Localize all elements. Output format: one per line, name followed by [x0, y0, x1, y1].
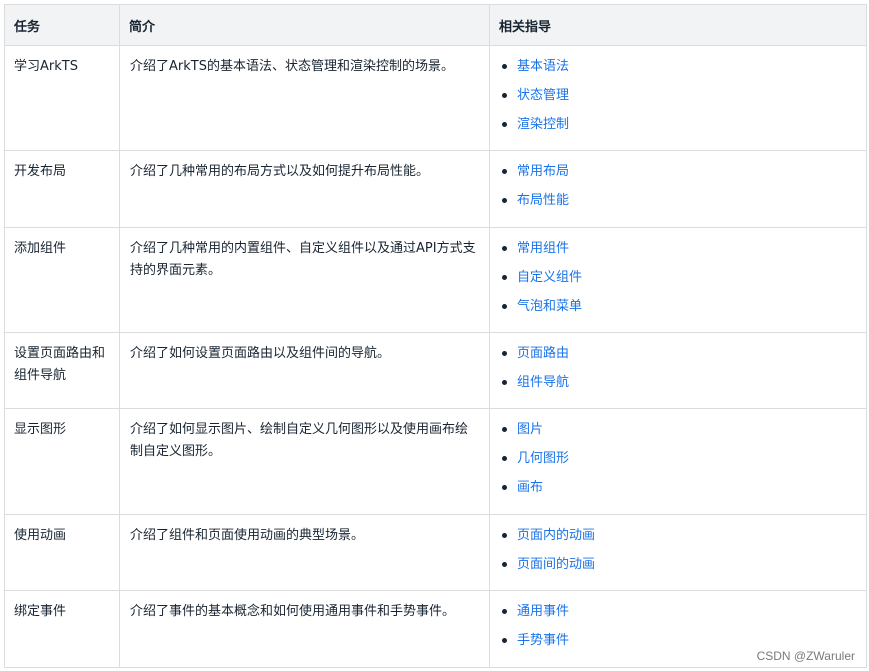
guide-link[interactable]: 页面内的动画 — [517, 528, 595, 543]
guide-link[interactable]: 状态管理 — [517, 88, 569, 103]
table-row: 显示图形 介绍了如何显示图片、绘制自定义几何图形以及使用画布绘制自定义图形。 图… — [4, 408, 867, 515]
guide-link[interactable]: 布局性能 — [517, 193, 569, 208]
description-cell: 介绍了几种常用的内置组件、自定义组件以及通过API方式支持的界面元素。 — [119, 227, 490, 333]
list-item: 几何图形 — [499, 448, 857, 477]
list-item: 状态管理 — [499, 85, 857, 114]
list-item: 常用组件 — [499, 238, 857, 267]
bullet-icon — [502, 533, 507, 538]
list-item: 自定义组件 — [499, 267, 857, 296]
description-cell: 介绍了如何显示图片、绘制自定义几何图形以及使用画布绘制自定义图形。 — [119, 408, 490, 515]
list-item: 图片 — [499, 419, 857, 448]
header-related-guides: 相关指导 — [489, 4, 867, 46]
guide-link[interactable]: 自定义组件 — [517, 270, 582, 285]
bullet-icon — [502, 122, 507, 127]
guide-link[interactable]: 组件导航 — [517, 375, 569, 390]
guide-link[interactable]: 基本语法 — [517, 59, 569, 74]
list-item: 组件导航 — [499, 372, 857, 394]
guide-link[interactable]: 常用组件 — [517, 241, 569, 256]
description-cell: 介绍了如何设置页面路由以及组件间的导航。 — [119, 332, 490, 409]
description-cell: 介绍了几种常用的布局方式以及如何提升布局性能。 — [119, 150, 490, 228]
bullet-icon — [502, 198, 507, 203]
guide-link[interactable]: 常用布局 — [517, 164, 569, 179]
bullet-icon — [502, 169, 507, 174]
links-cell: 页面内的动画 页面间的动画 — [489, 514, 867, 591]
guide-link-list: 页面路由 组件导航 — [499, 343, 857, 394]
description-cell: 介绍了ArkTS的基本语法、状态管理和渲染控制的场景。 — [119, 45, 490, 151]
links-cell: 页面路由 组件导航 — [489, 332, 867, 409]
task-cell: 绑定事件 — [4, 590, 120, 668]
guide-link[interactable]: 几何图形 — [517, 451, 569, 466]
guide-link-list: 基本语法 状态管理 渲染控制 — [499, 56, 857, 136]
watermark: CSDN @ZWaruler — [756, 649, 855, 663]
bullet-icon — [502, 638, 507, 643]
guide-link[interactable]: 手势事件 — [517, 633, 569, 648]
task-cell: 添加组件 — [4, 227, 120, 333]
guide-link-list: 常用组件 自定义组件 气泡和菜单 — [499, 238, 857, 318]
task-cell: 使用动画 — [4, 514, 120, 591]
guide-link[interactable]: 通用事件 — [517, 604, 569, 619]
bullet-icon — [502, 64, 507, 69]
bullet-icon — [502, 562, 507, 567]
guide-link[interactable]: 图片 — [517, 422, 543, 437]
links-cell: 图片 几何图形 画布 — [489, 408, 867, 515]
links-cell: 常用布局 布局性能 — [489, 150, 867, 228]
table-row: 添加组件 介绍了几种常用的内置组件、自定义组件以及通过API方式支持的界面元素。… — [4, 227, 867, 333]
header-task: 任务 — [4, 4, 120, 46]
description-cell: 介绍了事件的基本概念和如何使用通用事件和手势事件。 — [119, 590, 490, 668]
bullet-icon — [502, 380, 507, 385]
guide-link-list: 通用事件 手势事件 — [499, 601, 857, 652]
list-item: 布局性能 — [499, 190, 857, 212]
list-item: 页面内的动画 — [499, 525, 857, 554]
list-item: 画布 — [499, 477, 857, 499]
header-description: 简介 — [119, 4, 490, 46]
links-cell: 基本语法 状态管理 渲染控制 — [489, 45, 867, 151]
bullet-icon — [502, 246, 507, 251]
guide-link[interactable]: 页面间的动画 — [517, 557, 595, 572]
table-row: 绑定事件 介绍了事件的基本概念和如何使用通用事件和手势事件。 通用事件 手势事件 — [4, 590, 867, 668]
list-item: 常用布局 — [499, 161, 857, 190]
bullet-icon — [502, 456, 507, 461]
bullet-icon — [502, 304, 507, 309]
list-item: 页面间的动画 — [499, 554, 857, 576]
table-row: 开发布局 介绍了几种常用的布局方式以及如何提升布局性能。 常用布局 布局性能 — [4, 150, 867, 228]
bullet-icon — [502, 275, 507, 280]
task-cell: 显示图形 — [4, 408, 120, 515]
table-row: 使用动画 介绍了组件和页面使用动画的典型场景。 页面内的动画 页面间的动画 — [4, 514, 867, 591]
links-cell: 常用组件 自定义组件 气泡和菜单 — [489, 227, 867, 333]
description-cell: 介绍了组件和页面使用动画的典型场景。 — [119, 514, 490, 591]
list-item: 基本语法 — [499, 56, 857, 85]
bullet-icon — [502, 351, 507, 356]
table-header-row: 任务 简介 相关指导 — [4, 4, 867, 46]
task-cell: 学习ArkTS — [4, 45, 120, 151]
list-item: 气泡和菜单 — [499, 296, 857, 318]
task-cell: 开发布局 — [4, 150, 120, 228]
guide-link[interactable]: 气泡和菜单 — [517, 299, 582, 314]
guide-link[interactable]: 渲染控制 — [517, 117, 569, 132]
guide-table: 任务 简介 相关指导 学习ArkTS 介绍了ArkTS的基本语法、状态管理和渲染… — [4, 4, 867, 668]
bullet-icon — [502, 609, 507, 614]
list-item: 通用事件 — [499, 601, 857, 630]
table-row: 设置页面路由和组件导航 介绍了如何设置页面路由以及组件间的导航。 页面路由 组件… — [4, 332, 867, 409]
task-cell: 设置页面路由和组件导航 — [4, 332, 120, 409]
guide-link[interactable]: 画布 — [517, 480, 543, 495]
table-row: 学习ArkTS 介绍了ArkTS的基本语法、状态管理和渲染控制的场景。 基本语法… — [4, 45, 867, 151]
guide-link[interactable]: 页面路由 — [517, 346, 569, 361]
guide-link-list: 页面内的动画 页面间的动画 — [499, 525, 857, 576]
guide-link-list: 常用布局 布局性能 — [499, 161, 857, 212]
guide-link-list: 图片 几何图形 画布 — [499, 419, 857, 499]
list-item: 页面路由 — [499, 343, 857, 372]
list-item: 渲染控制 — [499, 114, 857, 136]
bullet-icon — [502, 485, 507, 490]
bullet-icon — [502, 93, 507, 98]
bullet-icon — [502, 427, 507, 432]
